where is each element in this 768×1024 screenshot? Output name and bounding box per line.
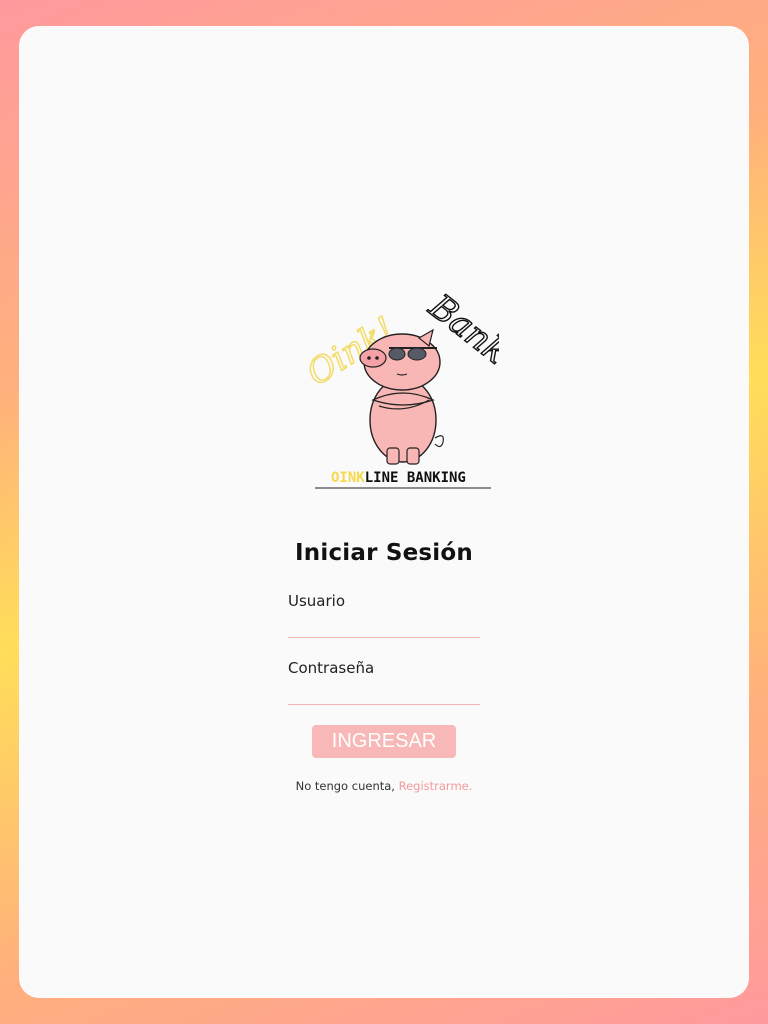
login-card: Oink! Bank OINKLINE BANKING Iniciar Sesi… (19, 26, 749, 998)
svg-text:OINKLINE BANKING: OINKLINE BANKING (331, 470, 466, 486)
logo-tagline-oink: OINK (331, 470, 365, 486)
password-input[interactable] (288, 679, 480, 705)
no-account-text: No tengo cuenta, (295, 779, 399, 793)
password-label: Contraseña (288, 659, 375, 677)
register-prompt: No tengo cuenta, Registrarme. (19, 779, 749, 793)
register-link[interactable]: Registrarme. (399, 779, 473, 793)
oink-bank-logo: Oink! Bank OINKLINE BANKING (299, 278, 499, 493)
username-label: Usuario (288, 592, 346, 610)
login-submit-button[interactable]: INGRESAR (312, 725, 456, 758)
username-input[interactable] (288, 612, 480, 638)
page-title: Iniciar Sesión (295, 540, 473, 566)
logo-tagline-rest: LINE BANKING (365, 470, 466, 486)
